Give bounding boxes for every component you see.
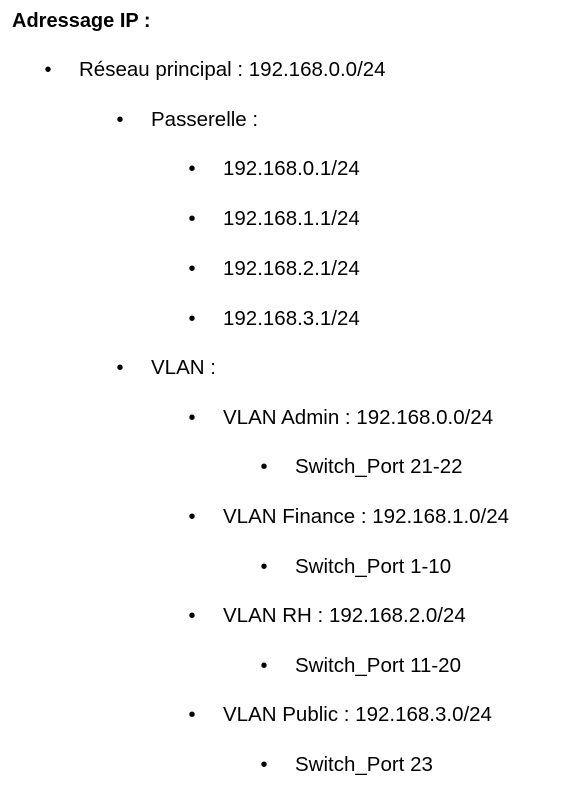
bullet-icon: •: [188, 605, 196, 627]
list-item-text: VLAN Finance : 192.168.1.0/24: [223, 505, 510, 528]
list-item-text: 192.168.0.1/24: [223, 157, 360, 180]
bullet-icon: •: [188, 407, 196, 429]
bullet-icon: •: [188, 258, 196, 280]
list-item-text: Switch_Port 21-22: [295, 455, 463, 478]
bullet-icon: •: [188, 208, 196, 230]
bullet-icon: •: [188, 704, 196, 726]
bullet-icon: •: [188, 308, 196, 330]
list-item-text: 192.168.1.1/24: [223, 207, 360, 230]
list-item-text: Switch_Port 11-20: [295, 654, 461, 677]
bullet-icon: •: [116, 357, 124, 379]
bullet-icon: •: [260, 655, 268, 677]
list-item-text: VLAN :: [151, 356, 216, 379]
list-item-text: Passerelle :: [151, 108, 259, 131]
bullet-icon: •: [116, 109, 124, 131]
bullet-icon: •: [188, 158, 196, 180]
list-item-text: Switch_Port 23: [295, 753, 433, 776]
bullet-icon: •: [260, 754, 268, 776]
list-item-text: VLAN RH : 192.168.2.0/24: [223, 604, 466, 627]
list-item-text: VLAN Public : 192.168.3.0/24: [223, 703, 492, 726]
document-page: Adressage IP : • Réseau principal : 192.…: [0, 0, 561, 798]
list-item-text: VLAN Admin : 192.168.0.0/24: [223, 406, 494, 429]
bullet-icon: •: [44, 59, 52, 81]
list-item-text: 192.168.3.1/24: [223, 307, 360, 330]
bullet-icon: •: [260, 456, 268, 478]
bullet-icon: •: [188, 506, 196, 528]
section-heading: Adressage IP :: [12, 10, 151, 32]
list-item-text: Réseau principal : 192.168.0.0/24: [79, 58, 386, 81]
list-item-text: 192.168.2.1/24: [223, 257, 360, 280]
list-item-text: Switch_Port 1-10: [295, 555, 452, 578]
bullet-icon: •: [260, 556, 268, 578]
